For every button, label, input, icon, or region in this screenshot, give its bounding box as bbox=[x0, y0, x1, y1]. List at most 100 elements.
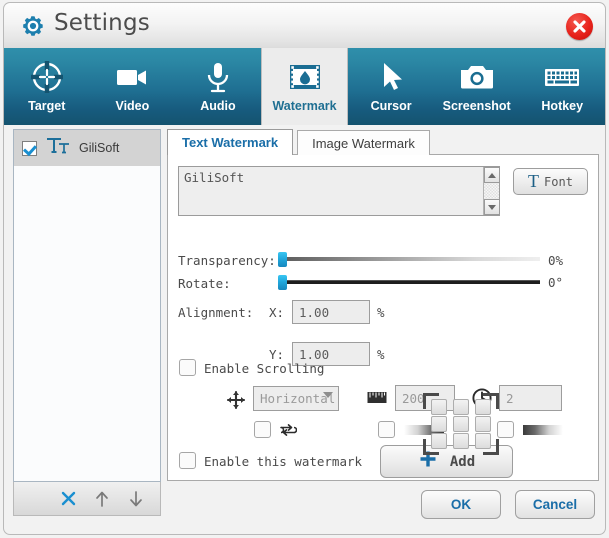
alignment-y-value: 1.00 bbox=[299, 347, 329, 362]
tab-label: Cursor bbox=[371, 99, 412, 113]
tab-label: Target bbox=[28, 99, 65, 113]
gear-icon bbox=[20, 13, 46, 39]
tab-label: Hotkey bbox=[541, 99, 583, 113]
tab-watermark[interactable]: Watermark bbox=[261, 48, 349, 125]
chevron-down-icon bbox=[323, 392, 333, 398]
rotate-value: 0° bbox=[548, 275, 563, 290]
tab-label: Watermark bbox=[272, 99, 336, 113]
align-cell-top-left[interactable] bbox=[431, 399, 447, 415]
tab-label: Video bbox=[115, 99, 149, 113]
close-icon[interactable] bbox=[566, 13, 593, 40]
ok-button-label: OK bbox=[451, 497, 471, 512]
tab-audio[interactable]: Audio bbox=[175, 48, 261, 125]
enable-scrolling-checkbox[interactable] bbox=[179, 359, 196, 376]
list-toolbar bbox=[13, 482, 161, 516]
tab-label: Image Watermark bbox=[312, 136, 415, 151]
cursor-arrow-icon bbox=[376, 56, 406, 98]
align-cell-top-center[interactable] bbox=[453, 399, 469, 415]
tab-video[interactable]: Video bbox=[90, 48, 176, 125]
font-button-label: Font bbox=[544, 175, 573, 189]
move-down-button[interactable] bbox=[126, 489, 146, 509]
alignment-x-value: 1.00 bbox=[299, 305, 329, 320]
slider-track bbox=[278, 257, 540, 261]
window-title: Settings bbox=[54, 10, 150, 36]
title-bar: Settings bbox=[3, 2, 606, 48]
enable-watermark-label: Enable this watermark bbox=[204, 454, 362, 469]
text-tt-icon bbox=[46, 137, 70, 160]
watermark-text-input[interactable]: GiliSoft bbox=[178, 166, 500, 216]
watermark-settings-panel: Text Watermark Image Watermark GiliSoft … bbox=[167, 129, 599, 481]
font-T-icon: T bbox=[528, 172, 539, 190]
list-item-checkbox[interactable] bbox=[22, 141, 37, 156]
fade-out-gradient-icon bbox=[523, 425, 563, 435]
cancel-button[interactable]: Cancel bbox=[515, 490, 595, 519]
target-icon bbox=[28, 56, 66, 98]
loop-checkbox[interactable] bbox=[254, 421, 271, 438]
tab-label: Text Watermark bbox=[182, 135, 278, 150]
font-button[interactable]: T Font bbox=[513, 168, 588, 195]
camera-icon bbox=[458, 56, 496, 98]
settings-window: Settings Target bbox=[0, 0, 609, 538]
scroll-down-button[interactable] bbox=[484, 199, 500, 215]
scroll-distance-value: 200 bbox=[402, 391, 425, 406]
add-button-label: Add bbox=[450, 454, 475, 470]
alignment-label: Alignment: bbox=[178, 305, 253, 320]
tab-hotkey[interactable]: Hotkey bbox=[519, 48, 605, 125]
microphone-icon bbox=[201, 56, 235, 98]
tab-target[interactable]: Target bbox=[4, 48, 90, 125]
alignment-y-unit: % bbox=[377, 347, 385, 362]
ruler-icon bbox=[367, 391, 387, 409]
align-cell-bottom-center[interactable] bbox=[453, 433, 469, 449]
align-cell-bottom-right[interactable] bbox=[475, 433, 491, 449]
alignment-y-label: Y: bbox=[269, 347, 284, 362]
enable-watermark-checkbox[interactable] bbox=[179, 452, 196, 469]
tab-cursor[interactable]: Cursor bbox=[348, 48, 434, 125]
transparency-value: 0% bbox=[548, 253, 563, 268]
textarea-scrollbar[interactable] bbox=[483, 167, 499, 215]
video-camera-icon bbox=[112, 56, 152, 98]
slider-handle[interactable] bbox=[278, 275, 287, 290]
enable-scrolling-label: Enable Scrolling bbox=[204, 361, 324, 376]
repeat-loop-icon bbox=[278, 422, 297, 443]
align-cell-middle-right[interactable] bbox=[475, 416, 491, 432]
scroll-duration-input[interactable]: 2 bbox=[499, 385, 562, 411]
watermark-list: GiliSoft bbox=[13, 129, 161, 482]
alignment-x-unit: % bbox=[377, 305, 385, 320]
align-cell-middle-left[interactable] bbox=[431, 416, 447, 432]
rotate-slider[interactable] bbox=[278, 274, 540, 290]
tab-label: Audio bbox=[200, 99, 235, 113]
tab-screenshot[interactable]: Screenshot bbox=[434, 48, 520, 125]
tab-text-watermark[interactable]: Text Watermark bbox=[167, 129, 293, 155]
fade-out-checkbox[interactable] bbox=[497, 421, 514, 438]
align-cell-middle-center[interactable] bbox=[453, 416, 469, 432]
tab-label: Screenshot bbox=[443, 99, 511, 113]
alignment-x-label: X: bbox=[269, 305, 284, 320]
align-cell-bottom-left[interactable] bbox=[431, 433, 447, 449]
delete-watermark-button[interactable] bbox=[58, 489, 78, 509]
scroll-up-button[interactable] bbox=[484, 167, 500, 183]
scroll-direction-select[interactable]: Horizontal bbox=[253, 386, 339, 411]
main-tab-strip: Target Video Audio bbox=[3, 48, 606, 125]
keyboard-icon bbox=[542, 56, 582, 98]
fade-in-checkbox[interactable] bbox=[378, 421, 395, 438]
rotate-label: Rotate: bbox=[178, 276, 231, 291]
transparency-slider[interactable] bbox=[278, 251, 540, 267]
tab-image-watermark[interactable]: Image Watermark bbox=[297, 130, 430, 155]
cancel-button-label: Cancel bbox=[533, 497, 577, 512]
transparency-label: Transparency: bbox=[178, 253, 276, 268]
alignment-grid-3x3 bbox=[423, 393, 499, 455]
scroll-duration-value: 2 bbox=[506, 391, 514, 406]
list-item[interactable]: GiliSoft bbox=[14, 130, 160, 166]
move-up-button[interactable] bbox=[92, 489, 112, 509]
panel-tabs: Text Watermark Image Watermark bbox=[167, 129, 430, 155]
watermark-icon bbox=[286, 56, 324, 98]
slider-handle[interactable] bbox=[278, 252, 287, 267]
ok-button[interactable]: OK bbox=[421, 490, 501, 519]
alignment-x-input[interactable]: 1.00 bbox=[292, 300, 370, 324]
align-cell-top-right[interactable] bbox=[475, 399, 491, 415]
text-watermark-panel: GiliSoft T Font Transparency: 0% bbox=[167, 154, 599, 481]
list-item-label: GiliSoft bbox=[79, 141, 119, 155]
slider-track bbox=[278, 280, 540, 284]
move-arrows-icon bbox=[226, 390, 246, 415]
watermark-text-value: GiliSoft bbox=[184, 170, 244, 185]
